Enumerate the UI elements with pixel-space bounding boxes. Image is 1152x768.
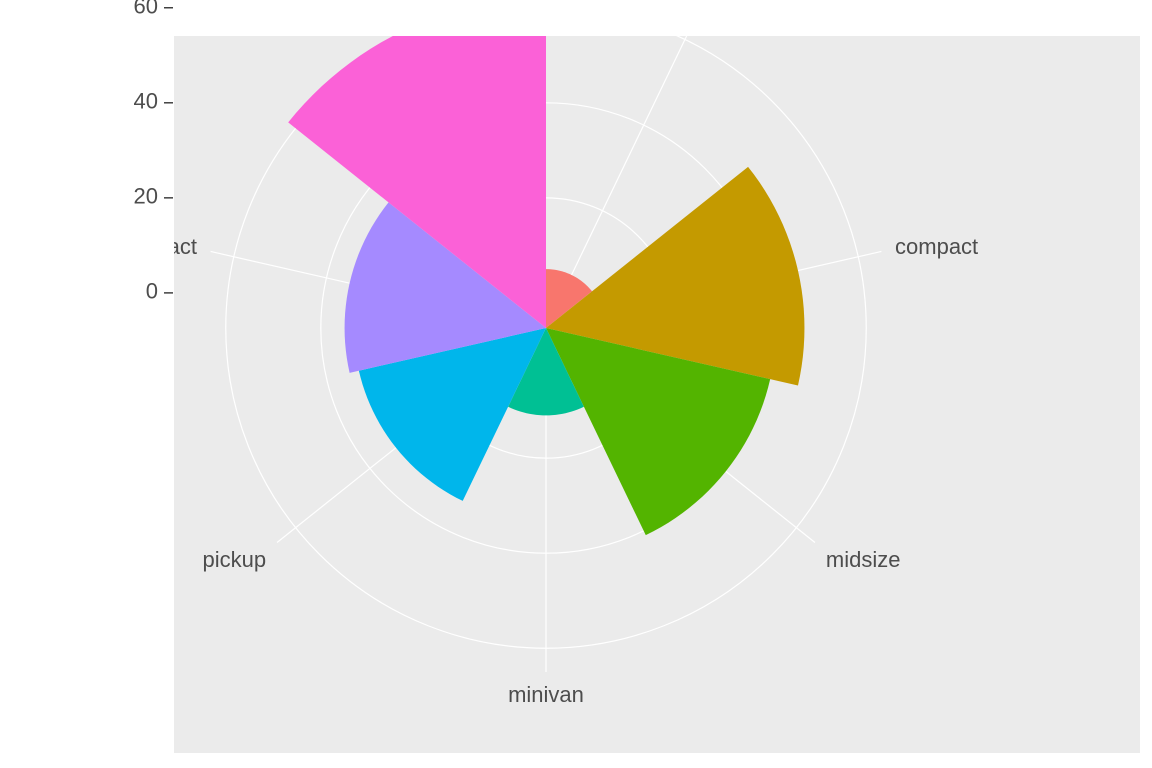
y-tick-label: 40 [134, 89, 158, 114]
category-label: pickup [203, 547, 267, 572]
chart-container: { "chart_data": { "type": "bar", "polar"… [0, 0, 1152, 768]
category-label: minivan [508, 682, 584, 707]
category-label: suv [356, 0, 390, 10]
y-axis: 0 20 40 60 [134, 0, 173, 304]
category-label: midsize [826, 547, 901, 572]
y-tick-label: 20 [134, 184, 158, 209]
polar-bar-chart: 2seater compact midsize minivan pickup subcom… [0, 0, 1152, 768]
y-tick-label: 60 [134, 0, 158, 19]
category-label: compact [895, 234, 978, 259]
category-label: 2seater [701, 0, 774, 10]
y-tick-label: 0 [146, 279, 158, 304]
category-label: subcompact [78, 234, 197, 259]
